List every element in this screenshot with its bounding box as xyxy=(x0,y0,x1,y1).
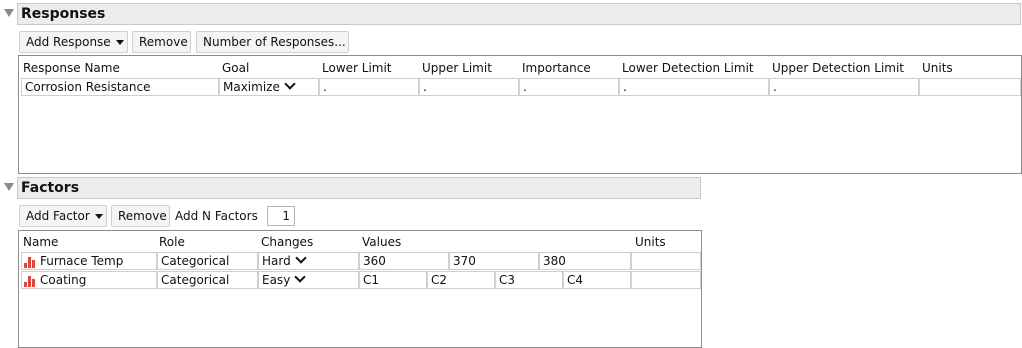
value-cell[interactable]: 380 xyxy=(539,252,631,270)
value-cell[interactable]: C4 xyxy=(563,271,631,289)
col-upper-detection-limit: Upper Detection Limit xyxy=(772,61,905,75)
chevron-down-icon xyxy=(94,214,103,219)
units-cell[interactable] xyxy=(631,252,701,270)
col-lower-limit: Lower Limit xyxy=(322,61,392,75)
col-role: Role xyxy=(159,235,185,249)
remove-factor-button[interactable]: Remove xyxy=(111,205,170,227)
remove-response-button[interactable]: Remove xyxy=(132,31,191,53)
col-importance: Importance xyxy=(522,61,591,75)
chevron-down-icon xyxy=(115,40,124,45)
upper-limit-cell[interactable]: . xyxy=(419,78,519,96)
table-row: Furnace Temp Categorical Hard 360 370 38… xyxy=(19,252,701,271)
importance-cell[interactable]: . xyxy=(519,78,619,96)
responses-table: Response Name Goal Lower Limit Upper Lim… xyxy=(18,55,1022,174)
units-cell[interactable] xyxy=(919,78,1021,96)
factors-table: Name Role Changes Values Units Furnace T… xyxy=(18,230,702,348)
value-cell[interactable]: C1 xyxy=(359,271,427,289)
add-factor-button[interactable]: Add Factor xyxy=(19,205,107,227)
col-lower-detection-limit: Lower Detection Limit xyxy=(622,61,754,75)
col-values: Values xyxy=(362,235,402,249)
responses-collapse-icon[interactable] xyxy=(4,9,14,17)
col-goal: Goal xyxy=(222,61,250,75)
col-units: Units xyxy=(635,235,666,249)
responses-title: Responses xyxy=(21,6,106,22)
value-cell[interactable]: 360 xyxy=(359,252,449,270)
chevron-down-icon xyxy=(295,253,307,264)
chevron-down-icon xyxy=(284,79,296,90)
col-changes: Changes xyxy=(261,235,314,249)
factor-name-cell[interactable]: Coating xyxy=(21,271,157,289)
response-name-cell[interactable]: Corrosion Resistance xyxy=(21,78,219,96)
value-cell[interactable]: C2 xyxy=(427,271,495,289)
col-units: Units xyxy=(922,61,953,75)
responses-header: Responses xyxy=(17,3,1021,25)
col-name: Name xyxy=(23,235,59,249)
table-row: Corrosion Resistance Maximize . . . . . xyxy=(19,78,1021,97)
factors-header: Factors xyxy=(17,177,701,199)
number-of-responses-button[interactable]: Number of Responses... xyxy=(196,31,349,53)
lower-limit-cell[interactable]: . xyxy=(319,78,419,96)
col-upper-limit: Upper Limit xyxy=(422,61,492,75)
changes-select[interactable]: Hard xyxy=(258,252,359,270)
add-n-factors-label: Add N Factors xyxy=(175,209,258,223)
add-response-button[interactable]: Add Response xyxy=(19,31,128,53)
col-response-name: Response Name xyxy=(23,61,120,75)
categorical-factor-icon xyxy=(24,256,38,268)
table-row: Coating Categorical Easy C1 C2 C3 C4 xyxy=(19,271,701,290)
factors-collapse-icon[interactable] xyxy=(4,183,14,191)
changes-select[interactable]: Easy xyxy=(258,271,359,289)
categorical-factor-icon xyxy=(24,275,38,287)
factors-title: Factors xyxy=(21,180,80,196)
lower-detection-limit-cell[interactable]: . xyxy=(619,78,769,96)
role-cell: Categorical xyxy=(157,252,258,270)
role-cell: Categorical xyxy=(157,271,258,289)
upper-detection-limit-cell[interactable]: . xyxy=(769,78,919,96)
chevron-down-icon xyxy=(294,272,306,283)
goal-select[interactable]: Maximize xyxy=(219,78,319,96)
n-factors-input[interactable]: 1 xyxy=(267,206,295,226)
units-cell[interactable] xyxy=(631,271,701,289)
value-cell[interactable]: 370 xyxy=(449,252,539,270)
value-cell[interactable]: C3 xyxy=(495,271,563,289)
factor-name-cell[interactable]: Furnace Temp xyxy=(21,252,157,270)
